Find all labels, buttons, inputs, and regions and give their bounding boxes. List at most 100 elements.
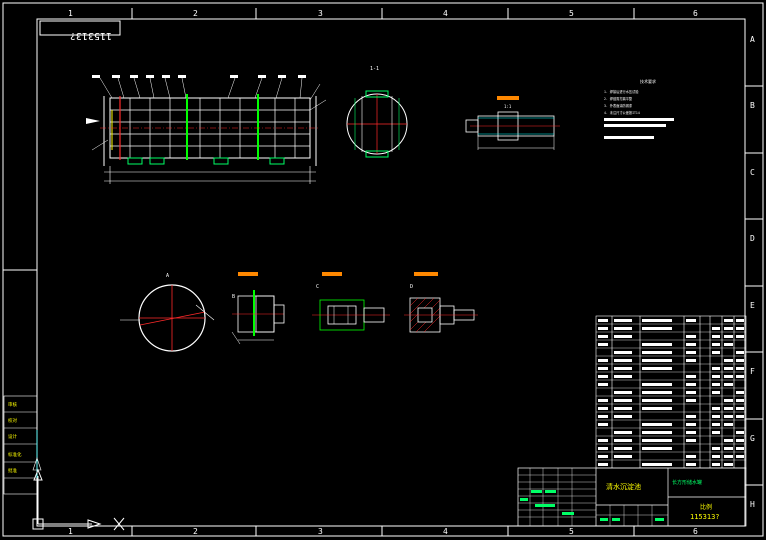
title-block-texts: 清水沉淀池 长方形储水罐 比例 115313? [520, 479, 720, 521]
parts-cell-mark [642, 463, 672, 466]
parts-cell-mark [598, 439, 608, 442]
col-label-5: 5 [569, 9, 574, 18]
parts-cell-mark [614, 359, 632, 362]
parts-cell-mark [724, 359, 733, 362]
parts-cell-mark [724, 383, 733, 386]
tank-front-view [86, 75, 327, 184]
parts-cell-mark [736, 415, 744, 418]
parts-cell-mark [724, 415, 733, 418]
parts-cell-mark [642, 391, 672, 394]
cad-drawing-canvas: 1 2 3 4 5 6 1 2 3 4 5 6 A B C D E F G H … [2, 2, 764, 537]
row-label-B: B [750, 101, 755, 110]
parts-cell-mark [712, 447, 720, 450]
parts-cell-mark [642, 431, 672, 434]
col-label-bot-4: 4 [443, 527, 448, 536]
parts-cell-mark [712, 423, 720, 426]
detail-D: D [404, 272, 478, 333]
row-label-E: E [750, 301, 755, 310]
shaft-scale: 1:1 [504, 104, 512, 109]
col-label-bot-2: 2 [193, 527, 198, 536]
tech-req-line-4: 4. 未注尺寸公差按IT14 [604, 110, 640, 115]
parts-cell-mark [712, 343, 720, 346]
parts-cell-mark [686, 423, 696, 426]
tech-req-title: 技术要求 [640, 78, 656, 84]
parts-cell-mark [614, 439, 632, 442]
parts-cell-mark [686, 359, 696, 362]
parts-cell-mark [686, 391, 696, 394]
parts-cell-mark [724, 455, 733, 458]
title-sub: 长方形储水罐 [672, 479, 702, 486]
parts-cell-mark [724, 327, 733, 330]
parts-cell-mark [686, 431, 696, 434]
parts-cell-mark [642, 351, 672, 354]
parts-cell-mark [614, 367, 632, 370]
parts-cell-mark [598, 327, 608, 330]
tech-req-line-3: 3. 外表面涂防锈漆 [604, 103, 633, 108]
parts-cell-mark [614, 351, 632, 354]
detail-label-B: B [232, 294, 235, 300]
col-label-4: 4 [443, 9, 448, 18]
parts-cell-mark [642, 407, 672, 410]
parts-cell-mark [614, 319, 632, 322]
title-drawing-no: 115313? [690, 513, 720, 521]
parts-cell-mark [614, 375, 632, 378]
parts-cell-mark [686, 335, 696, 338]
left-table-1: 审核 [8, 401, 17, 408]
title-scale: 比例 [700, 503, 712, 511]
parts-cell-mark [712, 335, 720, 338]
parts-cell-mark [686, 463, 696, 466]
parts-cell-mark [724, 367, 733, 370]
parts-cell-mark [642, 423, 672, 426]
parts-cell-mark [724, 343, 733, 346]
parts-cell-mark [614, 431, 632, 434]
parts-cell-mark [736, 359, 744, 362]
left-table-2: 校对 [8, 417, 17, 424]
parts-cell-mark [686, 383, 696, 386]
parts-cell-mark [686, 415, 696, 418]
parts-cell-mark [712, 383, 720, 386]
parts-cell-mark [598, 383, 608, 386]
parts-cell-mark [598, 399, 608, 402]
parts-cell-mark [686, 375, 696, 378]
row-label-H: H [750, 500, 755, 509]
parts-cell-mark [736, 399, 744, 402]
parts-cell-mark [736, 327, 744, 330]
parts-cell-mark [614, 391, 632, 394]
parts-cell-mark [642, 447, 672, 450]
parts-cell-mark [736, 319, 744, 322]
parts-cell-mark [712, 455, 720, 458]
parts-cell-mark [614, 327, 632, 330]
parts-cell-mark [598, 463, 608, 466]
parts-cell-mark [642, 327, 672, 330]
parts-cell-mark [724, 439, 733, 442]
parts-cell-mark [642, 319, 672, 322]
parts-cell-mark [614, 399, 632, 402]
title-main: 清水沉淀池 [606, 482, 641, 491]
parts-cell-mark [598, 455, 608, 458]
parts-cell-mark [598, 367, 608, 370]
parts-cell-mark [736, 351, 744, 354]
parts-cell-mark [686, 399, 696, 402]
parts-cell-mark [736, 431, 744, 434]
parts-cell-mark [724, 319, 733, 322]
parts-cell-mark [598, 375, 608, 378]
parts-cell-mark [736, 407, 744, 410]
parts-cell-mark [712, 367, 720, 370]
detail-label-A: A [166, 273, 169, 279]
ucs-axis-icon [32, 468, 125, 531]
shaft-detail-view: 1:1 [465, 96, 560, 150]
parts-cell-mark [736, 391, 744, 394]
col-label-bot-1: 1 [68, 527, 73, 536]
parts-cell-mark [736, 447, 744, 450]
parts-cell-mark [724, 423, 733, 426]
parts-cell-mark [642, 359, 672, 362]
parts-cell-mark [598, 415, 608, 418]
parts-cell-mark [724, 399, 733, 402]
col-label-bot-6: 6 [693, 527, 698, 536]
parts-cell-mark [614, 415, 632, 418]
detail-C: C [312, 272, 390, 331]
parts-cell-mark [712, 391, 720, 394]
parts-cell-mark [642, 367, 672, 370]
parts-cell-mark [598, 359, 608, 362]
parts-cell-mark [712, 431, 720, 434]
